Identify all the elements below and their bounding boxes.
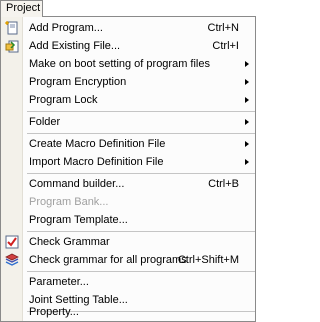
menu-item-label: Property... (29, 306, 79, 318)
menu-separator (27, 111, 255, 112)
menu-item-label: Check grammar for all programs (29, 254, 187, 266)
menu-separator (27, 231, 255, 232)
menu-separator (27, 271, 255, 272)
menu-item-shortcut: Ctrl+B (208, 178, 239, 190)
menubar: Project (0, 0, 256, 17)
menu-item-label: Check Grammar (29, 236, 110, 248)
menu-item-add-program[interactable]: Add Program... Ctrl+N (1, 19, 255, 37)
project-dropdown-menu: Add Program... Ctrl+N Add Existing File.… (0, 16, 256, 322)
menu-item-label: Create Macro Definition File (29, 138, 166, 150)
menu-item-label: Folder (29, 116, 61, 128)
menu-item-label: Add Existing File... (29, 40, 121, 52)
menu-item-shortcut: Ctrl+I (212, 40, 239, 52)
menu-item-label: Parameter... (29, 276, 89, 288)
submenu-arrow-icon (245, 97, 249, 103)
menu-item-shortcut: Ctrl+Shift+M (177, 254, 239, 266)
menu-item-check-grammar-all[interactable]: Check grammar for all programs Ctrl+Shif… (1, 251, 255, 269)
menu-item-command-builder[interactable]: Command builder... Ctrl+B (1, 175, 255, 193)
submenu-arrow-icon (245, 141, 249, 147)
submenu-arrow-icon (245, 119, 249, 125)
submenu-arrow-icon (245, 79, 249, 85)
menu-item-check-grammar[interactable]: Check Grammar (1, 233, 255, 251)
menu-item-program-lock[interactable]: Program Lock (1, 91, 255, 109)
menu-item-program-bank: Program Bank... (1, 193, 255, 211)
menu-item-program-template[interactable]: Program Template... (1, 211, 255, 229)
menu-item-label: Program Encryption (29, 76, 127, 88)
menu-separator (27, 133, 255, 134)
menu-project[interactable]: Project (0, 0, 43, 17)
menu-item-add-existing-file[interactable]: Add Existing File... Ctrl+I (1, 37, 255, 55)
menu-item-make-on-boot-setting[interactable]: Make on boot setting of program files (1, 55, 255, 73)
add-existing-file-icon (5, 39, 19, 53)
menu-item-label: Program Lock (29, 94, 98, 106)
menu-item-parameter[interactable]: Parameter... (1, 273, 255, 291)
menu-item-label: Program Bank... (29, 196, 109, 208)
menu-item-property-row[interactable]: Property... (1, 303, 255, 321)
menu-item-label: Program Template... (29, 214, 128, 226)
menu-item-label: Import Macro Definition File (29, 156, 164, 168)
check-grammar-all-icon (5, 253, 19, 267)
menu-item-shortcut: Ctrl+N (207, 22, 239, 34)
check-grammar-icon (5, 235, 19, 249)
menu-item-program-encryption[interactable]: Program Encryption (1, 73, 255, 91)
menu-item-import-macro-definition-file[interactable]: Import Macro Definition File (1, 153, 255, 171)
menu-item-label: Add Program... (29, 22, 103, 34)
menu-separator (27, 173, 255, 174)
menu-item-label: Make on boot setting of program files (29, 58, 210, 70)
add-program-icon (5, 21, 19, 35)
menu-item-label: Command builder... (29, 178, 125, 190)
menu-item-create-macro-definition-file[interactable]: Create Macro Definition File (1, 135, 255, 153)
submenu-arrow-icon (245, 159, 249, 165)
menu-item-folder[interactable]: Folder (1, 113, 255, 131)
submenu-arrow-icon (245, 61, 249, 67)
